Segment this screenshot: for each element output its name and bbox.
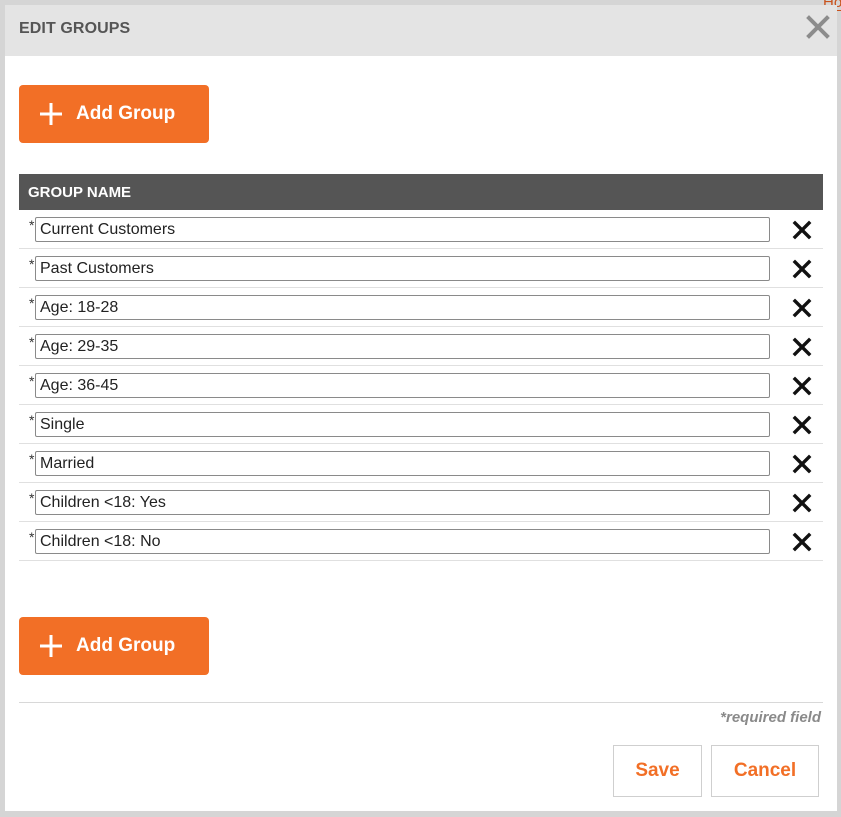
required-asterisk: * <box>29 295 35 311</box>
table-row: * <box>19 483 823 522</box>
delete-icon[interactable] <box>792 493 812 513</box>
group-name-column-header: GROUP NAME <box>19 174 823 210</box>
delete-icon[interactable] <box>792 415 812 435</box>
required-asterisk: * <box>29 256 35 272</box>
group-name-input[interactable] <box>35 412 770 437</box>
add-group-label: Add Group <box>76 635 176 656</box>
cancel-button[interactable]: Cancel <box>711 745 819 797</box>
table-row: * <box>19 249 823 288</box>
table-row: * <box>19 366 823 405</box>
dialog-titlebar: EDIT GROUPS <box>5 5 837 56</box>
delete-icon[interactable] <box>792 454 812 474</box>
close-icon[interactable] <box>805 14 831 40</box>
dialog-title: EDIT GROUPS <box>19 20 131 37</box>
save-button[interactable]: Save <box>613 745 702 797</box>
group-name-input[interactable] <box>35 217 770 242</box>
group-name-input[interactable] <box>35 295 770 320</box>
add-group-label: Add Group <box>76 103 176 124</box>
add-group-button-top[interactable]: Add Group <box>19 85 209 143</box>
edit-groups-dialog: EDIT GROUPS Add Group GROUP NAME *******… <box>5 5 837 811</box>
groups-table: GROUP NAME * * * * * * * * * <box>19 174 823 561</box>
plus-icon <box>39 634 63 658</box>
required-asterisk: * <box>29 217 35 233</box>
required-asterisk: * <box>29 490 35 506</box>
delete-icon[interactable] <box>792 532 812 552</box>
groups-table-body: * * * * * * * * * <box>19 210 823 561</box>
plus-icon <box>39 102 63 126</box>
group-name-input[interactable] <box>35 451 770 476</box>
delete-icon[interactable] <box>792 298 812 318</box>
required-asterisk: * <box>29 412 35 428</box>
footer-divider <box>19 702 823 703</box>
table-row: * <box>19 288 823 327</box>
delete-icon[interactable] <box>792 337 812 357</box>
group-name-input[interactable] <box>35 256 770 281</box>
table-row: * <box>19 327 823 366</box>
required-asterisk: * <box>29 334 35 350</box>
delete-icon[interactable] <box>792 220 812 240</box>
group-name-input[interactable] <box>35 529 770 554</box>
delete-icon[interactable] <box>792 259 812 279</box>
delete-icon[interactable] <box>792 376 812 396</box>
table-row: * <box>19 522 823 561</box>
group-name-input[interactable] <box>35 334 770 359</box>
required-asterisk: * <box>29 529 35 545</box>
table-row: * <box>19 405 823 444</box>
required-asterisk: * <box>29 451 35 467</box>
group-name-input[interactable] <box>35 490 770 515</box>
add-group-button-bottom[interactable]: Add Group <box>19 617 209 675</box>
required-field-note: *required field <box>720 709 821 726</box>
table-row: * <box>19 444 823 483</box>
required-asterisk: * <box>29 373 35 389</box>
group-name-input[interactable] <box>35 373 770 398</box>
table-row: * <box>19 210 823 249</box>
